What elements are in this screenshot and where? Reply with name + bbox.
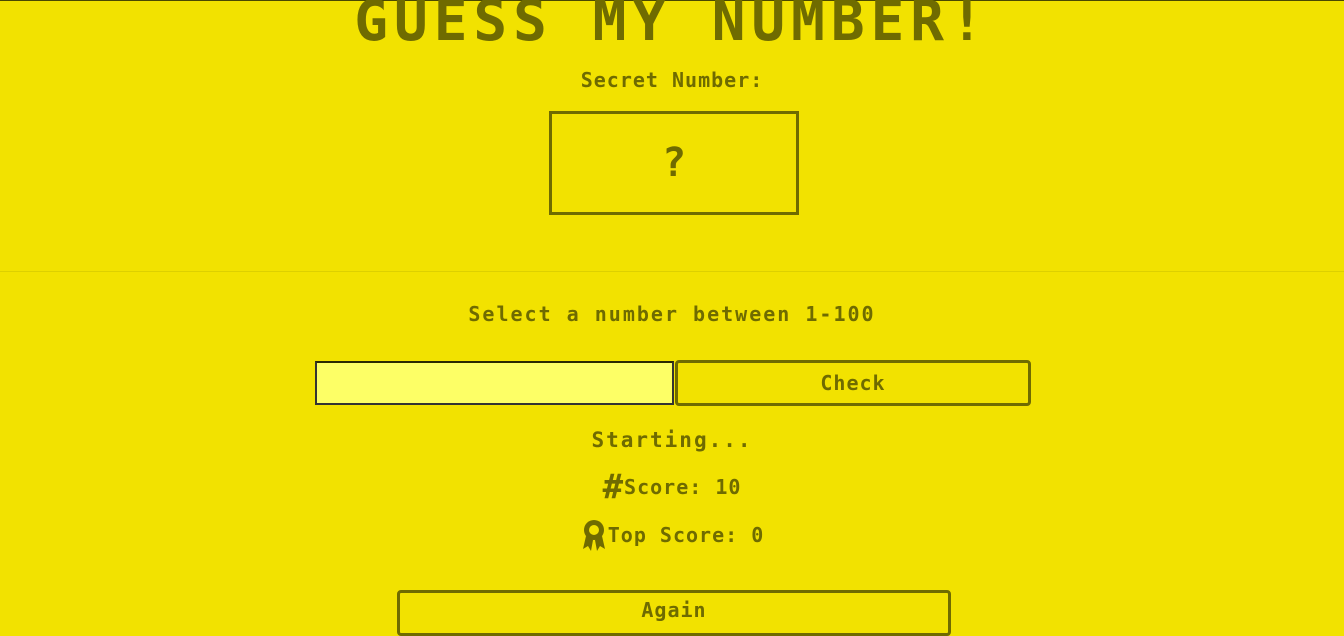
- score-label: Score: 10: [624, 475, 742, 499]
- check-button[interactable]: Check: [675, 360, 1031, 406]
- top-score-label: Top Score: 0: [607, 523, 765, 547]
- secret-number-box: ?: [549, 111, 799, 215]
- again-button[interactable]: Again: [397, 590, 951, 636]
- divider: [0, 271, 1344, 272]
- top-score-row: Top Score: 0: [0, 518, 1344, 552]
- secret-number-label: Secret Number:: [580, 68, 764, 92]
- secret-number-value: ?: [661, 140, 687, 186]
- instruction-text: Select a number between 1-100: [468, 302, 876, 326]
- score-row: # Score: 10: [0, 470, 1344, 504]
- hash-icon: #: [602, 467, 625, 507]
- status-message: Starting...: [591, 428, 753, 452]
- guess-input[interactable]: [315, 361, 674, 405]
- game-title: GUESS MY NUMBER!: [354, 0, 990, 54]
- medal-icon: [582, 520, 605, 551]
